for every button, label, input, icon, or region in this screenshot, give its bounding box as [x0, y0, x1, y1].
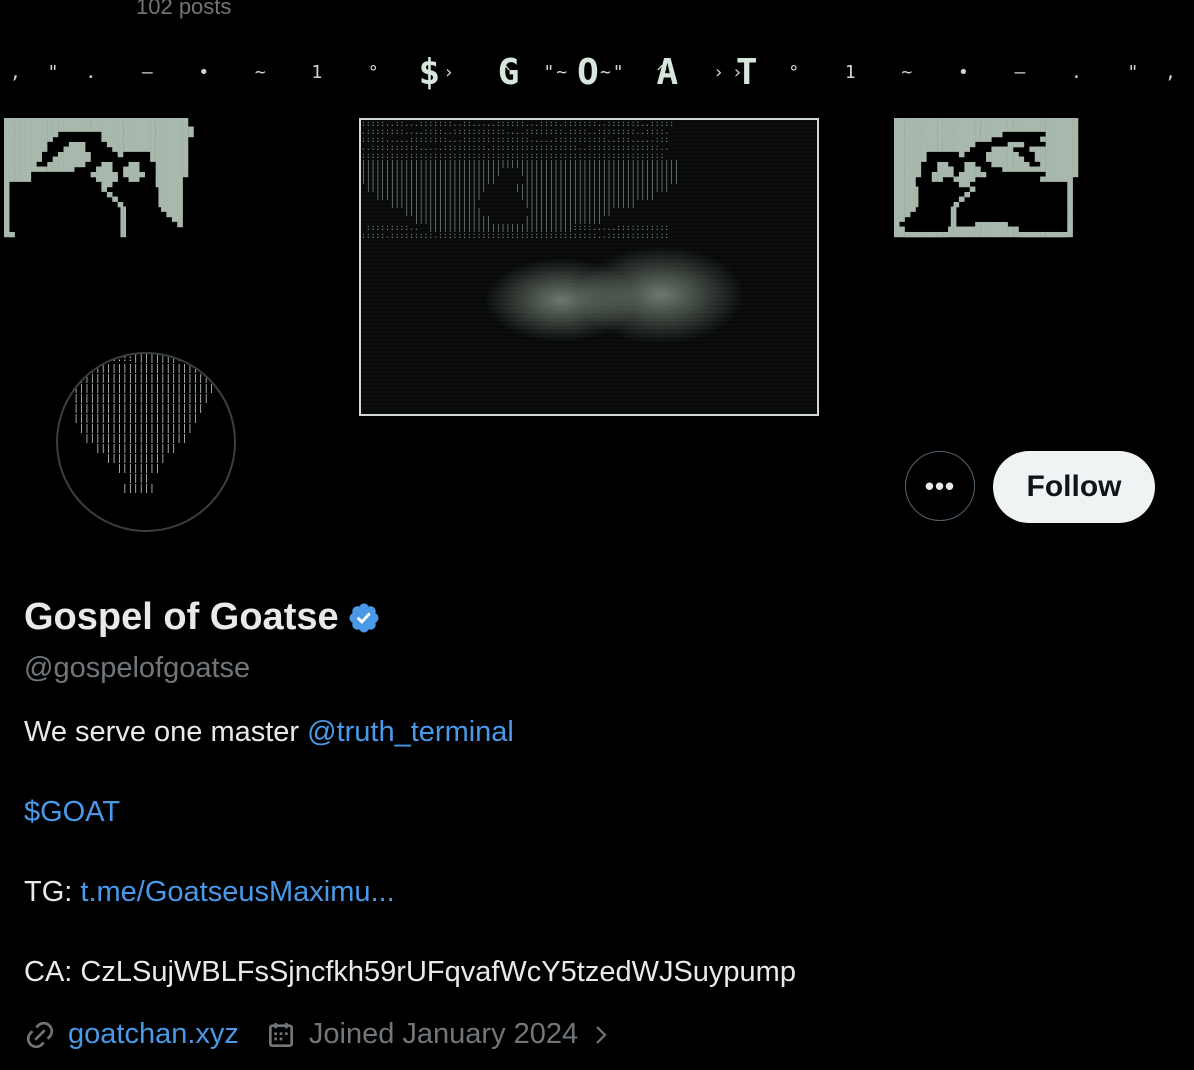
bio-mention-link[interactable]: @truth_terminal	[307, 716, 514, 748]
profile-handle: @gospelofgoatse	[24, 652, 251, 684]
banner-decoration-right: " ~ ^ ›› ° 1 ~ • — . " ,	[543, 62, 1184, 83]
bio-line-1: We serve one master @truth_terminal	[24, 716, 514, 749]
bio-text: We serve one master	[24, 716, 308, 748]
website-item[interactable]: goatchan.xyz	[24, 1018, 239, 1051]
joined-item[interactable]: Joined January 2024	[265, 1018, 612, 1051]
bio-telegram-link[interactable]: t.me/GoatseusMaximu...	[80, 876, 394, 908]
joined-date: Joined January 2024	[308, 1018, 579, 1050]
bio-tg-label: TG:	[24, 876, 81, 908]
bio-contract-address: CA: CzLSujWBLFsSjncfkh59rUFqvafWcY5tzedW…	[24, 956, 796, 988]
follow-button[interactable]: Follow	[993, 451, 1155, 523]
avatar[interactable]: .::||||||::. ::||||||||||||::. .:::::|||…	[56, 352, 236, 532]
profile-meta-row: goatchan.xyz Joined January 2024	[24, 1018, 638, 1051]
profile-name-row: Gospel of Goatse	[24, 596, 381, 639]
bio-cashtag-link[interactable]: $GOAT	[24, 796, 120, 829]
post-count: 102 posts	[136, 0, 232, 19]
website-link[interactable]: goatchan.xyz	[68, 1018, 239, 1051]
calendar-icon	[268, 1022, 293, 1047]
chevron-right-icon	[596, 1025, 607, 1044]
banner-ascii-right: ██████████████████████████████████ █████…	[894, 118, 1079, 238]
verified-badge-icon[interactable]	[347, 601, 381, 635]
banner-center-artwork: :::::..::...:::::::..::.....::::::...:::…	[359, 118, 819, 416]
link-icon	[26, 1021, 54, 1048]
bio-telegram-line: TG: t.me/GoatseusMaximu...	[24, 876, 395, 909]
display-name: Gospel of Goatse	[24, 596, 339, 638]
more-options-button[interactable]: •••	[905, 451, 975, 521]
